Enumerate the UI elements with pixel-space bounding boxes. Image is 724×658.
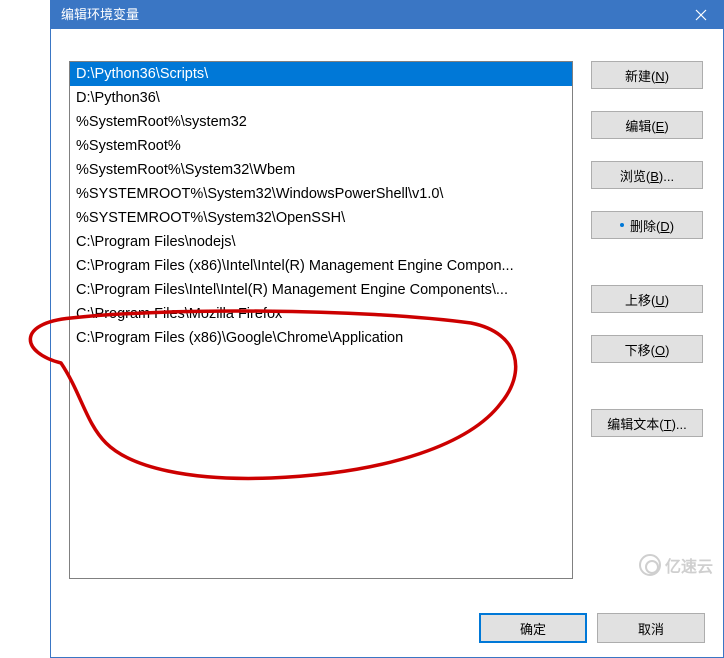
close-icon bbox=[695, 9, 707, 21]
ok-button[interactable]: 确定 bbox=[479, 613, 587, 643]
cancel-button[interactable]: 取消 bbox=[597, 613, 705, 643]
watermark-icon bbox=[639, 554, 661, 576]
list-item[interactable]: C:\Program Files (x86)\Intel\Intel(R) Ma… bbox=[70, 254, 572, 278]
close-button[interactable] bbox=[679, 1, 723, 29]
list-item[interactable]: %SYSTEMROOT%\System32\WindowsPowerShell\… bbox=[70, 182, 572, 206]
list-item[interactable]: %SystemRoot% bbox=[70, 134, 572, 158]
watermark: 亿速云 bbox=[639, 553, 713, 577]
new-button[interactable]: 新建(N) bbox=[591, 61, 703, 89]
watermark-text: 亿速云 bbox=[665, 553, 713, 577]
list-item[interactable]: %SYSTEMROOT%\System32\OpenSSH\ bbox=[70, 206, 572, 230]
list-item[interactable]: C:\Program Files\nodejs\ bbox=[70, 230, 572, 254]
list-item[interactable]: C:\Program Files (x86)\Google\Chrome\App… bbox=[70, 326, 572, 350]
edit-environment-variable-dialog: 编辑环境变量 D:\Python36\Scripts\D:\Python36\%… bbox=[50, 0, 724, 658]
edit-button[interactable]: 编辑(E) bbox=[591, 111, 703, 139]
list-item[interactable]: D:\Python36\Scripts\ bbox=[70, 62, 572, 86]
edit-text-button[interactable]: 编辑文本(T)... bbox=[591, 409, 703, 437]
dialog-content: D:\Python36\Scripts\D:\Python36\%SystemR… bbox=[51, 29, 723, 657]
side-buttons: 新建(N) 编辑(E) 浏览(B)... 删除(D) 上移(U) 下移(O) 编… bbox=[591, 61, 703, 579]
list-item[interactable]: %SystemRoot%\System32\Wbem bbox=[70, 158, 572, 182]
main-area: D:\Python36\Scripts\D:\Python36\%SystemR… bbox=[69, 61, 705, 579]
bottom-buttons: 确定 取消 bbox=[479, 613, 705, 643]
dialog-title: 编辑环境变量 bbox=[61, 1, 139, 29]
path-listbox[interactable]: D:\Python36\Scripts\D:\Python36\%SystemR… bbox=[69, 61, 573, 579]
delete-button[interactable]: 删除(D) bbox=[591, 211, 703, 239]
list-item[interactable]: C:\Program Files\Mozilla Firefox bbox=[70, 302, 572, 326]
list-item[interactable]: %SystemRoot%\system32 bbox=[70, 110, 572, 134]
move-down-button[interactable]: 下移(O) bbox=[591, 335, 703, 363]
titlebar: 编辑环境变量 bbox=[51, 1, 723, 29]
move-up-button[interactable]: 上移(U) bbox=[591, 285, 703, 313]
list-item[interactable]: C:\Program Files\Intel\Intel(R) Manageme… bbox=[70, 278, 572, 302]
list-item[interactable]: D:\Python36\ bbox=[70, 86, 572, 110]
browse-button[interactable]: 浏览(B)... bbox=[591, 161, 703, 189]
